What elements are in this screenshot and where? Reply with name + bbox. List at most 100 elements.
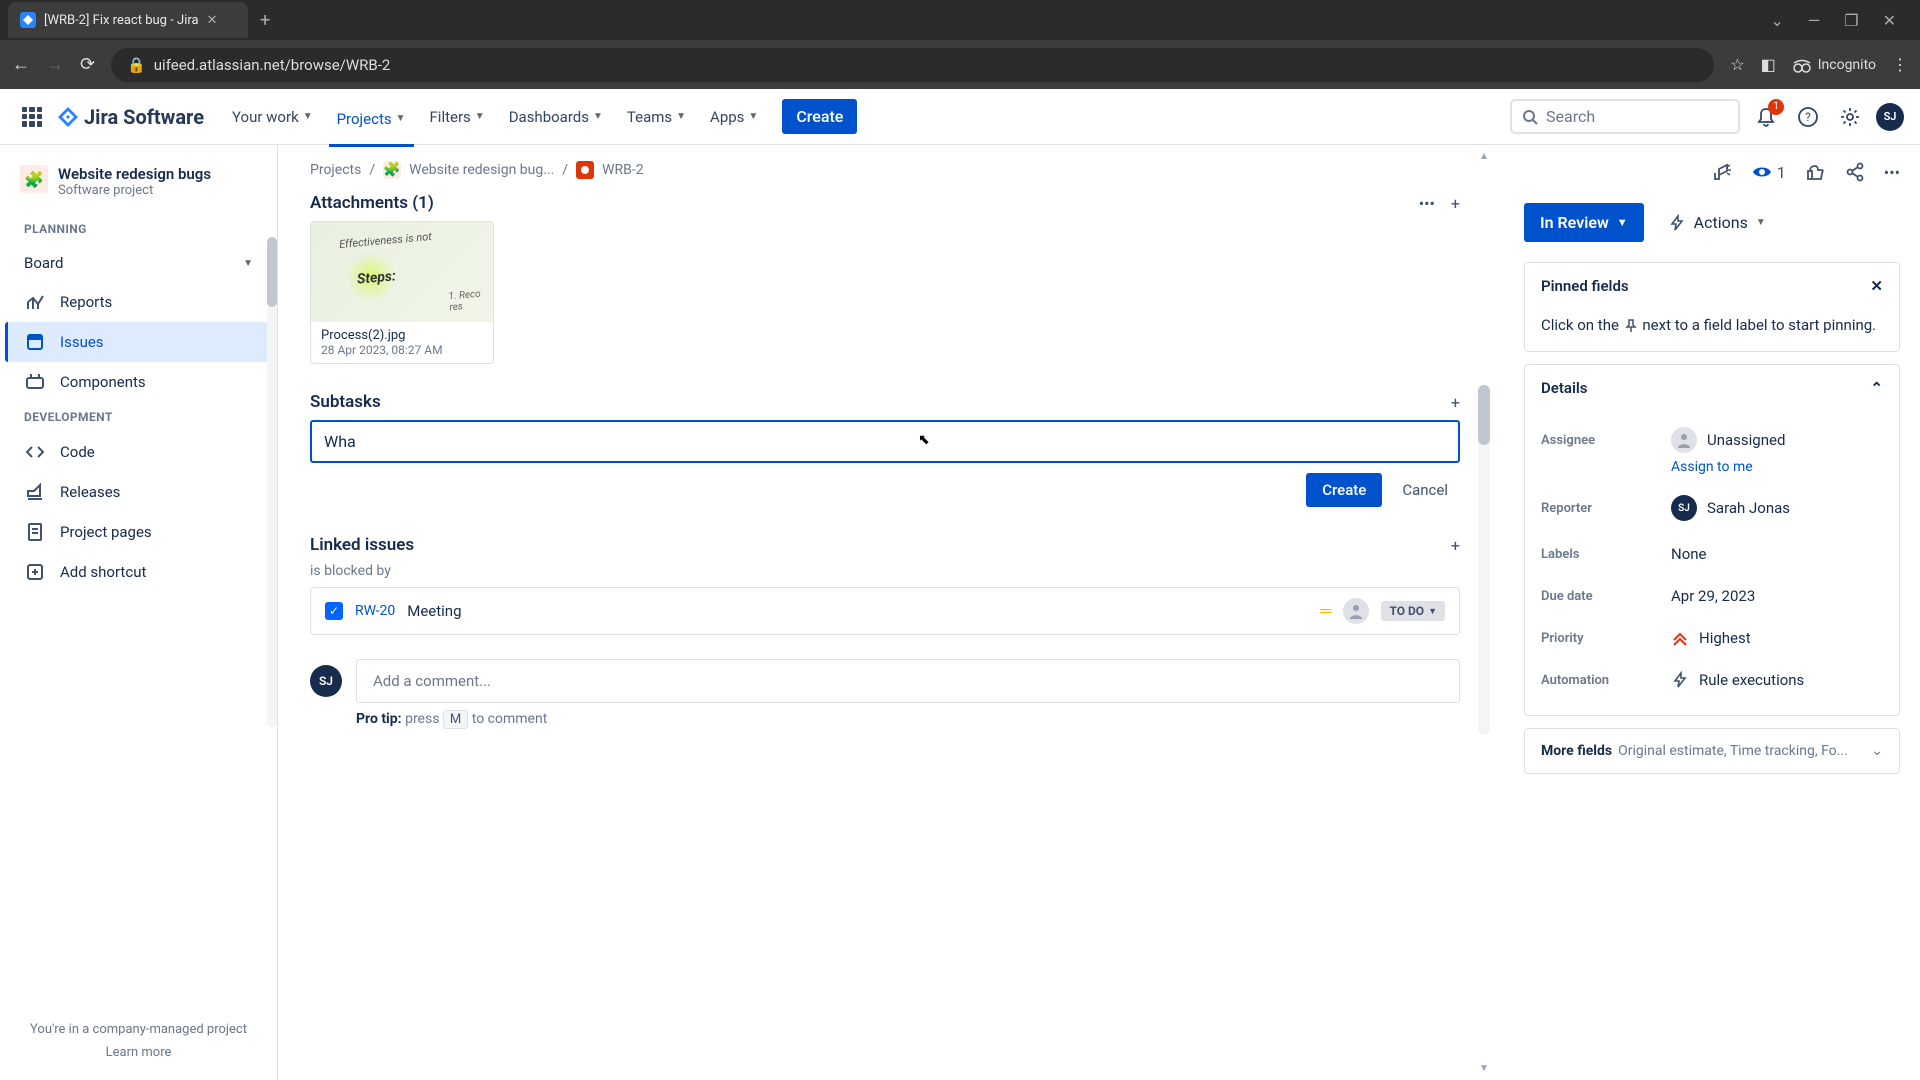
comment-tip: Pro tip: press M to comment [356, 711, 1460, 727]
priority-highest-icon [1671, 629, 1689, 647]
sidebar-item-releases[interactable]: Releases [8, 472, 269, 512]
field-automation[interactable]: Automation Rule executions [1541, 659, 1883, 701]
close-icon[interactable]: ✕ [207, 13, 218, 28]
nav-teams[interactable]: Teams▼ [619, 102, 694, 132]
breadcrumb-projects[interactable]: Projects [310, 162, 361, 178]
sidebar-scrollbar-thumb[interactable] [267, 237, 277, 307]
sidebar-item-reports[interactable]: Reports [8, 282, 269, 322]
nav-apps[interactable]: Apps▼ [702, 102, 766, 132]
sidebar-item-project-pages[interactable]: Project pages [8, 512, 269, 552]
sidebar-item-issues[interactable]: Issues [5, 322, 269, 362]
close-pinned-icon[interactable]: ✕ [1870, 277, 1883, 295]
scroll-up-icon[interactable]: ▲ [1478, 151, 1490, 162]
breadcrumb-project[interactable]: Website redesign bug... [409, 162, 554, 178]
new-tab-button[interactable]: + [256, 10, 274, 31]
settings-button[interactable] [1834, 101, 1866, 133]
attachment-name: Process(2).jpg [321, 328, 483, 343]
breadcrumb-key[interactable]: WRB-2 [602, 162, 644, 178]
back-icon[interactable]: ← [12, 54, 30, 75]
linked-issue-card[interactable]: ✓ RW-20 Meeting ═ TO DO▼ [310, 587, 1460, 635]
jira-logo[interactable]: Jira Software [56, 105, 204, 129]
content: Projects / 🧩 Website redesign bug... / W… [278, 145, 1920, 1080]
subtask-cancel-button[interactable]: Cancel [1390, 473, 1460, 507]
learn-more-link[interactable]: Learn more [20, 1045, 257, 1060]
status-dropdown[interactable]: In Review▼ [1524, 203, 1644, 242]
bookmark-icon[interactable]: ☆ [1730, 55, 1744, 74]
field-reporter[interactable]: Reporter SJ Sarah Jonas [1541, 483, 1883, 533]
help-icon: ? [1797, 106, 1819, 128]
notifications-button[interactable]: 1 [1750, 101, 1782, 133]
linked-issue-title: Meeting [407, 602, 1308, 620]
sidebar-item-board[interactable]: Board ▼ [8, 244, 269, 282]
project-header[interactable]: 🧩 Website redesign bugs Software project [8, 165, 269, 214]
assign-to-me-link[interactable]: Assign to me [1671, 459, 1883, 475]
reporter-avatar: SJ [1671, 495, 1697, 521]
chevron-down-icon: ▼ [243, 258, 253, 269]
attachment-card[interactable]: Effectiveness is not Steps: 1. Recores P… [310, 221, 494, 364]
nav-dashboards[interactable]: Dashboards▼ [501, 102, 611, 132]
details-panel: Details ⌃ Assignee Unassigned Assign to … [1524, 364, 1900, 716]
create-button[interactable]: Create [782, 99, 857, 134]
sidebar-item-add-shortcut[interactable]: Add shortcut [8, 552, 269, 592]
field-due-date[interactable]: Due date Apr 29, 2023 [1541, 575, 1883, 617]
help-button[interactable]: ? [1792, 101, 1824, 133]
nav-projects[interactable]: Projects▼ [329, 104, 414, 147]
details-header[interactable]: Details ⌃ [1525, 365, 1899, 411]
field-assignee[interactable]: Assignee Unassigned [1541, 415, 1883, 465]
address-bar: ← → ⟳ 🔒 uifeed.atlassian.net/browse/WRB-… [0, 40, 1920, 89]
comment-input[interactable]: Add a comment... [356, 659, 1460, 703]
attachments-more-icon[interactable]: ••• [1419, 194, 1435, 213]
extensions-icon[interactable]: ◧ [1761, 55, 1776, 74]
link-relation: is blocked by [310, 563, 1460, 579]
sidebar-item-code[interactable]: Code [8, 432, 269, 472]
scroll-down-icon[interactable]: ▼ [1478, 1063, 1490, 1074]
incognito-badge[interactable]: Incognito [1792, 55, 1876, 75]
maximize-icon[interactable]: ❐ [1844, 11, 1858, 30]
content-scrollbar: ▲ ▼ [1478, 145, 1490, 1080]
pin-icon [1623, 318, 1639, 334]
reload-icon[interactable]: ⟳ [80, 54, 95, 75]
reports-icon [24, 292, 46, 312]
vote-icon[interactable] [1804, 161, 1826, 183]
url-input[interactable]: 🔒 uifeed.atlassian.net/browse/WRB-2 [111, 48, 1714, 82]
field-priority[interactable]: Priority Highest [1541, 617, 1883, 659]
menu-icon[interactable]: ⋮ [1892, 55, 1908, 74]
lock-icon: 🔒 [127, 56, 146, 74]
actions-dropdown[interactable]: Actions▼ [1656, 203, 1778, 242]
forward-icon[interactable]: → [46, 54, 64, 75]
watch-button[interactable]: 1 [1751, 161, 1786, 183]
feedback-icon[interactable] [1711, 161, 1733, 183]
scrollbar-thumb[interactable] [1478, 385, 1490, 445]
url-text: uifeed.atlassian.net/browse/WRB-2 [154, 56, 391, 74]
close-window-icon[interactable]: ✕ [1883, 11, 1896, 30]
browser-tab[interactable]: [WRB-2] Fix react bug - Jira ✕ [8, 2, 248, 38]
linked-add-icon[interactable]: + [1451, 536, 1460, 555]
more-actions-icon[interactable]: ••• [1884, 163, 1900, 182]
minimize-icon[interactable]: ― [1808, 11, 1821, 30]
linked-issue-key[interactable]: RW-20 [355, 603, 395, 619]
share-icon[interactable] [1844, 161, 1866, 183]
subtasks-add-icon[interactable]: + [1451, 393, 1460, 412]
gear-icon [1839, 106, 1861, 128]
user-avatar[interactable]: SJ [1876, 103, 1904, 131]
subtask-create-button[interactable]: Create [1306, 473, 1382, 507]
nav-filters[interactable]: Filters▼ [422, 102, 493, 132]
project-name: Website redesign bugs [58, 165, 211, 183]
tabs-dropdown-icon[interactable]: ⌄ [1770, 11, 1783, 30]
linked-status[interactable]: TO DO▼ [1381, 601, 1445, 621]
releases-icon [24, 482, 46, 502]
subtask-input[interactable] [310, 420, 1460, 463]
attachments-add-icon[interactable]: + [1451, 194, 1460, 213]
code-icon [24, 442, 46, 462]
unassigned-icon [1671, 427, 1697, 453]
more-fields-panel[interactable]: More fieldsOriginal estimate, Time track… [1524, 728, 1900, 774]
field-labels[interactable]: Labels None [1541, 533, 1883, 575]
app-switcher[interactable] [16, 101, 48, 133]
jira-favicon [20, 12, 36, 28]
pinned-fields-panel: Pinned fields ✕ Click on the next to a f… [1524, 262, 1900, 352]
linked-assignee-icon [1343, 598, 1369, 624]
sidebar-item-components[interactable]: Components [8, 362, 269, 402]
svg-text:?: ? [1805, 110, 1811, 124]
search-input[interactable]: Search [1510, 99, 1740, 134]
nav-your-work[interactable]: Your work▼ [224, 102, 321, 132]
